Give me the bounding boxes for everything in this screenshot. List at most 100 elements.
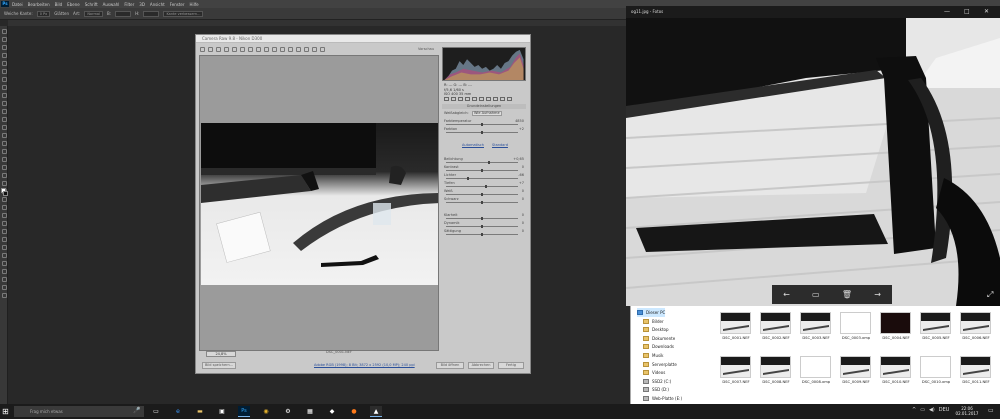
slider-value[interactable]: 0	[522, 221, 524, 225]
panel-tab-icon[interactable]	[451, 97, 456, 101]
file-tile[interactable]: DSC_0006.NEF	[957, 312, 993, 342]
delete-icon[interactable]: 🗑	[842, 290, 852, 299]
slider-value[interactable]: 4850	[515, 119, 524, 123]
tool-icon[interactable]	[1, 221, 7, 226]
tool-icon[interactable]	[1, 69, 7, 74]
menu-item[interactable]: Ansicht	[150, 2, 165, 7]
slider-track[interactable]	[446, 225, 518, 228]
tool-icon[interactable]	[1, 117, 7, 122]
open-image-button[interactable]: Bild öffnen	[436, 362, 464, 369]
settings-icon[interactable]: ⚙	[282, 406, 294, 417]
menu-item[interactable]: Ebene	[67, 2, 80, 7]
raw-tool-icon[interactable]	[248, 46, 253, 52]
cortana-search-box[interactable]: Frag mich etwas	[14, 406, 144, 417]
next-arrow-icon[interactable]: →	[874, 290, 881, 299]
microphone-icon[interactable]: 🎤	[133, 407, 140, 414]
tool-icon[interactable]	[1, 165, 7, 170]
panel-tab-icon[interactable]	[486, 97, 491, 101]
slider-knob[interactable]	[481, 225, 483, 228]
tool-icon[interactable]	[1, 229, 7, 234]
slider-track[interactable]	[446, 193, 518, 196]
store-icon[interactable]: ▣	[216, 406, 228, 417]
tool-icon[interactable]	[1, 277, 7, 282]
file-tile[interactable]: DSC_0008.NEF	[757, 356, 793, 386]
edge-icon[interactable]: e	[172, 406, 184, 417]
raw-tool-icon[interactable]	[208, 46, 213, 52]
menu-item[interactable]: Datei	[12, 2, 23, 7]
slider-knob[interactable]	[488, 161, 490, 164]
tool-icon[interactable]	[1, 101, 7, 106]
raw-tool-icon[interactable]	[288, 46, 293, 52]
folder-icon[interactable]: ▬	[194, 406, 206, 417]
raw-tool-icon[interactable]	[240, 46, 245, 52]
background-color-swatch[interactable]	[3, 191, 8, 196]
minimize-icon[interactable]: —	[944, 8, 950, 15]
slider-value[interactable]: 0	[522, 189, 524, 193]
tool-icon[interactable]	[1, 197, 7, 202]
firefox-icon[interactable]: ●	[348, 406, 360, 417]
panel-tab-icon[interactable]	[444, 97, 449, 101]
app-icon[interactable]: ◆	[326, 406, 338, 417]
slider-value[interactable]: 0	[522, 197, 524, 201]
tool-icon[interactable]	[1, 285, 7, 290]
slider-value[interactable]: +2	[519, 127, 524, 131]
slider-knob[interactable]	[481, 123, 483, 126]
panel-tab-icon[interactable]	[493, 97, 498, 101]
slider-value[interactable]: 0	[522, 213, 524, 217]
slideshow-icon[interactable]: ▭	[812, 290, 820, 299]
network-icon[interactable]: ▭	[920, 407, 925, 416]
file-tile[interactable]: DSC_0010.NEF	[877, 356, 913, 386]
raw-tool-icon[interactable]	[296, 46, 301, 52]
tool-icon[interactable]	[1, 205, 7, 210]
file-tile[interactable]: DSC_0007.NEF	[717, 356, 753, 386]
panel-tab-icon[interactable]	[500, 97, 505, 101]
width-input[interactable]	[115, 10, 132, 17]
tool-icon[interactable]	[1, 245, 7, 250]
slider-track[interactable]	[446, 123, 518, 126]
tool-icon[interactable]	[1, 29, 7, 34]
tool-icon[interactable]	[1, 93, 7, 98]
tool-icon[interactable]	[1, 157, 7, 162]
slider-value[interactable]: 0	[522, 229, 524, 233]
preview-checkbox[interactable]: Vorschau	[418, 47, 434, 51]
panel-tab-icon[interactable]	[465, 97, 470, 101]
style-select[interactable]: Normal	[84, 10, 103, 17]
slider-track[interactable]	[446, 233, 518, 236]
tree-item[interactable]: Web-Platte (E:)	[643, 394, 682, 403]
menu-item[interactable]: Fenster	[170, 2, 185, 7]
slider-track[interactable]	[446, 131, 518, 134]
raw-tool-icon[interactable]	[312, 46, 317, 52]
language-indicator[interactable]: DEU	[939, 407, 950, 416]
menu-item[interactable]: Bild	[55, 2, 63, 7]
file-tile[interactable]: DSC_0003.xmp	[837, 312, 873, 342]
workflow-options-link[interactable]: Adobe RGB (1998); 8 Bit; 3872 x 2592 (10…	[314, 363, 415, 367]
raw-tool-icon[interactable]	[200, 46, 205, 52]
slider-value[interactable]: +7	[519, 181, 524, 185]
file-tile[interactable]: DSC_0003.NEF	[797, 312, 833, 342]
maximize-icon[interactable]: □	[964, 8, 970, 15]
slider-value[interactable]: +0,65	[513, 157, 524, 161]
slider-track[interactable]	[446, 185, 518, 188]
tool-icon[interactable]	[1, 77, 7, 82]
windows-start-icon[interactable]: ⊞	[2, 407, 10, 416]
calculator-icon[interactable]: ▦	[304, 406, 316, 417]
file-tile[interactable]: DSC_0009.NEF	[837, 356, 873, 386]
tool-icon[interactable]	[1, 125, 7, 130]
panel-tab-icon[interactable]	[507, 97, 512, 101]
slider-track[interactable]	[446, 169, 518, 172]
volume-icon[interactable]: ◀)	[929, 407, 935, 416]
tool-icon[interactable]	[1, 269, 7, 274]
file-tile[interactable]: DSC_0001.NEF	[717, 312, 753, 342]
default-link[interactable]: Standard	[492, 143, 508, 147]
save-image-button[interactable]: Bild speichern...	[202, 362, 236, 369]
height-input[interactable]	[143, 10, 160, 17]
tool-icon[interactable]	[1, 149, 7, 154]
slider-knob[interactable]	[481, 169, 483, 172]
slider-knob[interactable]	[481, 193, 483, 196]
file-tile[interactable]: DSC_0008.xmp	[797, 356, 833, 386]
slider-knob[interactable]	[481, 217, 483, 220]
raw-tool-icon[interactable]	[232, 46, 237, 52]
raw-tool-icon[interactable]	[280, 46, 285, 52]
raw-tool-icon[interactable]	[256, 46, 261, 52]
slider-track[interactable]	[446, 177, 518, 180]
